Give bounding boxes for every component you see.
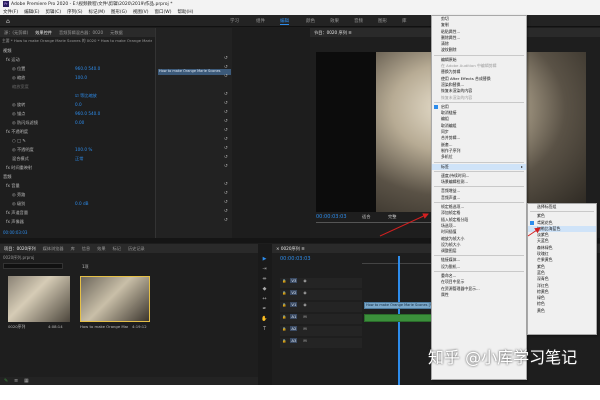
annotation-arrows xyxy=(379,213,541,237)
arrow-to-caribbean-blue xyxy=(527,227,541,237)
watermark: 知乎 @小库学习笔记 xyxy=(428,348,578,367)
screenshot-margin xyxy=(0,385,600,400)
arrow-to-label-item xyxy=(379,213,429,237)
